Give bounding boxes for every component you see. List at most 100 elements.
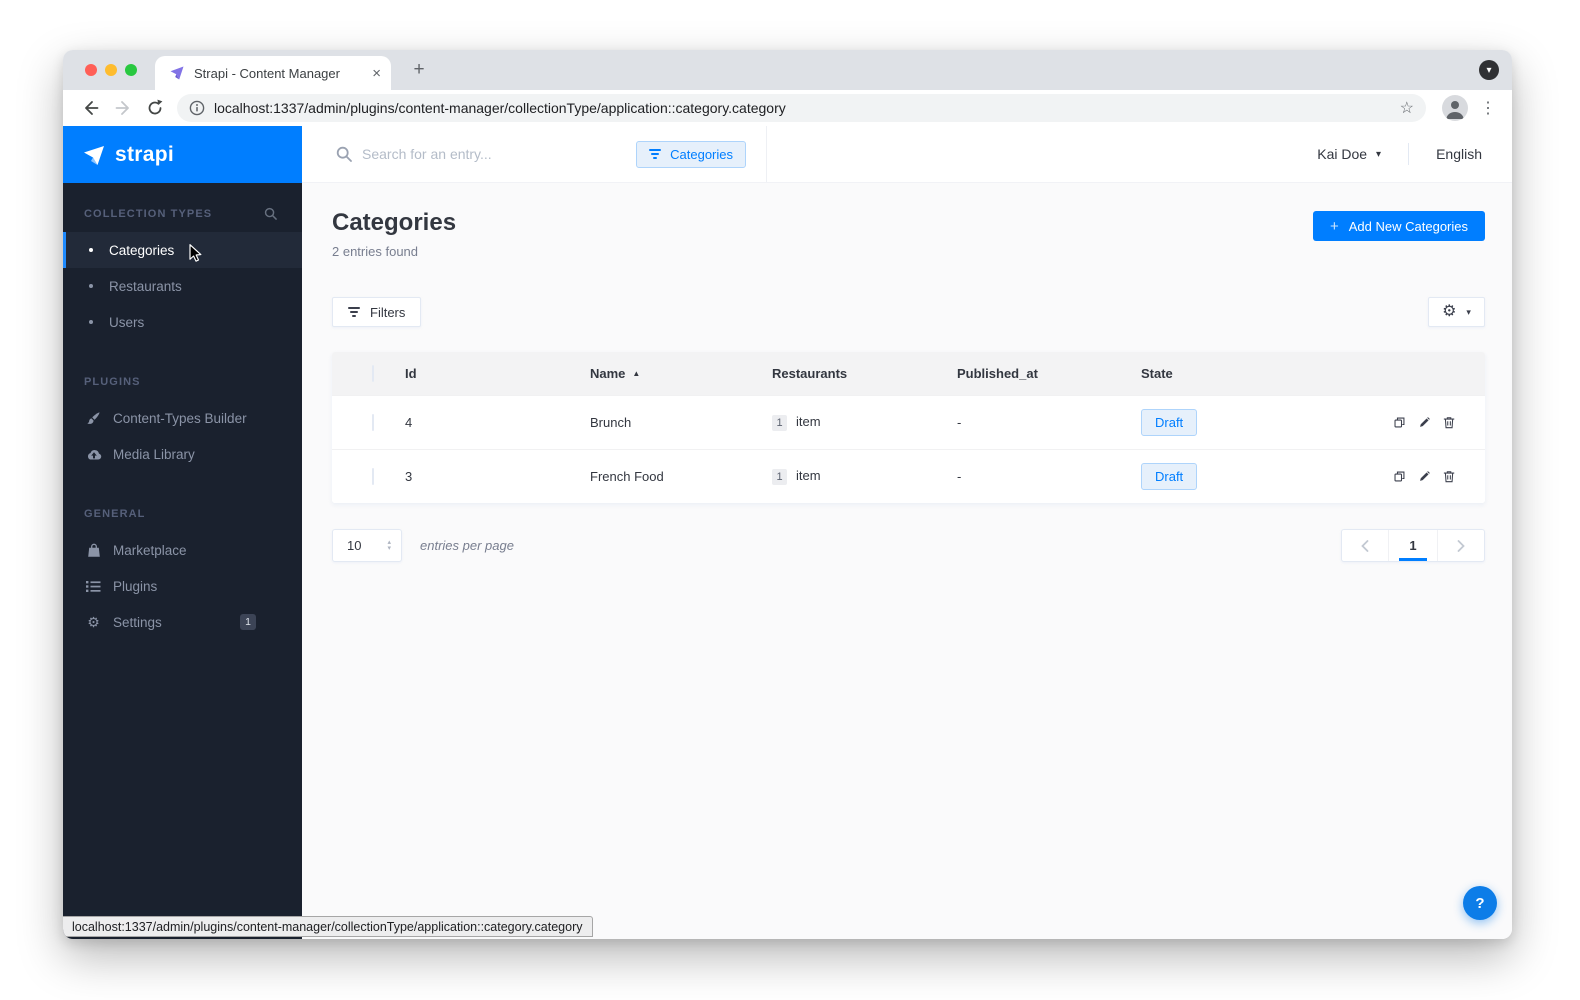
- cell-id: 3: [405, 469, 413, 484]
- main-area: Categories Kai Doe ▾ English: [302, 126, 1512, 939]
- minimize-window-button[interactable]: [105, 64, 117, 76]
- add-button-label: Add New Categories: [1348, 218, 1468, 234]
- entries-per-page-select[interactable]: 10 ▴ ▾: [332, 529, 402, 562]
- section-label: GENERAL: [84, 508, 146, 520]
- previous-page-button[interactable]: [1342, 530, 1388, 561]
- strapi-logo[interactable]: strapi: [63, 126, 302, 183]
- caret-down-icon: ▾: [1486, 64, 1492, 76]
- row-checkbox[interactable]: [372, 414, 374, 431]
- duplicate-icon[interactable]: [1393, 415, 1406, 430]
- cell-restaurants: 1 item: [772, 468, 957, 485]
- chevron-left-icon: [1361, 539, 1369, 552]
- strapi-admin: strapi COLLECTION TYPES Categories Resta…: [63, 126, 1512, 939]
- delete-icon[interactable]: [1443, 415, 1455, 430]
- duplicate-icon[interactable]: [1393, 469, 1406, 484]
- mouse-cursor: [189, 244, 202, 262]
- row-actions: [1393, 469, 1485, 484]
- sidebar-item-content-types-builder[interactable]: Content-Types Builder: [63, 400, 302, 436]
- gear-icon: ⚙: [1442, 303, 1457, 320]
- browser-profile-avatar[interactable]: [1442, 95, 1468, 121]
- language-selector[interactable]: English: [1436, 146, 1482, 162]
- edit-icon[interactable]: [1418, 415, 1431, 430]
- person-icon: [1446, 101, 1464, 119]
- gear-icon: ⚙: [87, 614, 100, 630]
- section-label: PLUGINS: [84, 376, 141, 388]
- page-heading: Categories 2 entries found: [332, 209, 456, 259]
- cell-name: French Food: [590, 469, 664, 484]
- sidebar-item-label: Restaurants: [109, 278, 182, 294]
- user-menu[interactable]: Kai Doe ▾: [1317, 146, 1381, 162]
- sidebar-item-label: Users: [109, 314, 145, 330]
- column-header-id[interactable]: Id: [405, 366, 590, 381]
- list-icon: [85, 580, 102, 593]
- column-header-published-at[interactable]: Published_at: [957, 366, 1141, 381]
- column-header-state[interactable]: State: [1141, 366, 1393, 381]
- user-zone: Kai Doe ▾ English: [1317, 143, 1512, 165]
- current-page[interactable]: 1: [1389, 530, 1437, 561]
- sidebar-item-categories[interactable]: Categories: [63, 232, 302, 268]
- close-window-button[interactable]: [85, 64, 97, 76]
- help-button[interactable]: ?: [1463, 886, 1497, 920]
- filter-chip-label: Categories: [670, 146, 733, 162]
- entries-count: 2 entries found: [332, 244, 419, 259]
- url-text[interactable]: localhost:1337/admin/plugins/content-man…: [214, 100, 786, 116]
- count-badge: 1: [772, 415, 787, 431]
- state-badge: Draft: [1141, 409, 1198, 436]
- add-new-categories-button[interactable]: + Add New Categories: [1313, 211, 1485, 241]
- sidebar-item-media-library[interactable]: Media Library: [63, 436, 302, 472]
- sidebar-item-users[interactable]: Users: [63, 304, 302, 340]
- url-bar[interactable]: localhost:1337/admin/plugins/content-man…: [177, 94, 1426, 122]
- top-header: Categories Kai Doe ▾ English: [302, 126, 1512, 183]
- section-plugins: PLUGINS: [84, 376, 277, 388]
- table-row[interactable]: 3 French Food 1 item - Draft: [332, 449, 1485, 503]
- window-controls: [85, 64, 137, 76]
- entry-search: Categories: [302, 126, 767, 182]
- filters-button[interactable]: Filters: [332, 297, 422, 327]
- sidebar-item-plugins[interactable]: Plugins: [63, 568, 302, 604]
- browser-menu-icon[interactable]: ⋮: [1480, 98, 1496, 118]
- sidebar-item-restaurants[interactable]: Restaurants: [63, 268, 302, 304]
- paintbrush-icon: [85, 411, 102, 426]
- browser-update-indicator[interactable]: ▾: [1479, 60, 1499, 80]
- entries-table: Id Name ▲ Restaurants Published_at State: [332, 352, 1485, 503]
- filter-icon: [649, 149, 662, 159]
- section-general: GENERAL: [84, 508, 277, 520]
- table-settings-button[interactable]: ⚙ ▾: [1428, 297, 1485, 327]
- browser-tab-strip: Strapi - Content Manager × + ▾: [63, 50, 1512, 90]
- browser-toolbar: localhost:1337/admin/plugins/content-man…: [63, 90, 1512, 126]
- browser-tab[interactable]: Strapi - Content Manager ×: [155, 56, 391, 90]
- sidebar-item-settings[interactable]: ⚙ Settings 1: [63, 604, 302, 640]
- table-row[interactable]: 4 Brunch 1 item - Draft: [332, 395, 1485, 449]
- search-input[interactable]: [362, 146, 637, 162]
- select-all-checkbox[interactable]: [372, 365, 374, 382]
- column-header-restaurants[interactable]: Restaurants: [772, 366, 957, 381]
- column-label: Name: [590, 366, 626, 381]
- edit-icon[interactable]: [1418, 469, 1431, 484]
- count-badge: 1: [772, 469, 787, 485]
- delete-icon[interactable]: [1443, 469, 1455, 484]
- sidebar-item-label: Marketplace: [113, 542, 187, 558]
- cell-id: 4: [405, 415, 413, 430]
- search-icon[interactable]: [264, 207, 277, 220]
- site-info-icon[interactable]: [189, 100, 205, 116]
- sidebar-item-label: Media Library: [113, 446, 195, 462]
- stepper-icon: ▴ ▾: [387, 538, 391, 552]
- zoom-window-button[interactable]: [125, 64, 137, 76]
- status-bar-tooltip: localhost:1337/admin/plugins/content-man…: [63, 916, 593, 937]
- cell-name: Brunch: [590, 415, 632, 430]
- bookmark-icon[interactable]: ☆: [1400, 98, 1414, 118]
- forward-icon[interactable]: [113, 98, 133, 118]
- sidebar-item-marketplace[interactable]: Marketplace: [63, 532, 302, 568]
- next-page-button[interactable]: [1438, 530, 1484, 561]
- tab-close-icon[interactable]: ×: [372, 65, 381, 82]
- filter-icon: [348, 307, 360, 317]
- column-header-name[interactable]: Name ▲: [590, 366, 772, 381]
- sidebar-item-label: Plugins: [113, 578, 158, 594]
- search-icon: [336, 146, 352, 162]
- row-checkbox[interactable]: [372, 468, 374, 485]
- reload-icon[interactable]: [145, 98, 165, 118]
- collection-filter-chip[interactable]: Categories: [636, 140, 746, 168]
- row-actions: [1393, 415, 1485, 430]
- new-tab-button[interactable]: +: [407, 58, 431, 82]
- back-icon[interactable]: [81, 98, 101, 118]
